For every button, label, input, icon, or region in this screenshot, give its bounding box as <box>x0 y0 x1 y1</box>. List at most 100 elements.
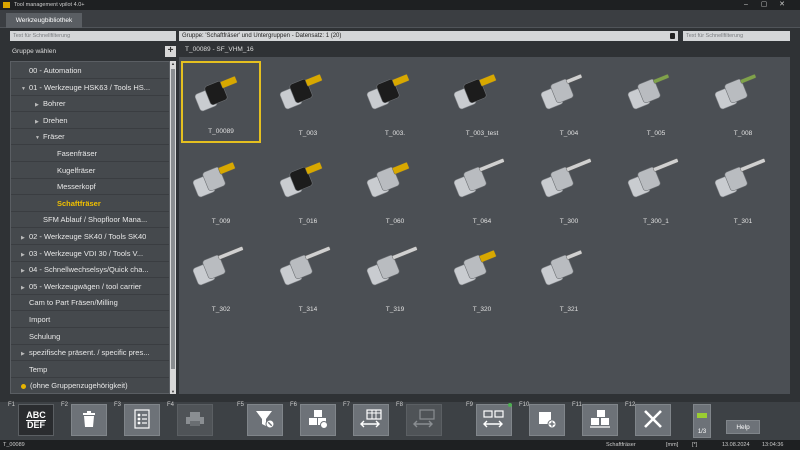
tool-card[interactable]: T_301 <box>703 149 783 231</box>
tool-card[interactable]: T_060 <box>355 149 435 231</box>
tool-card[interactable]: T_00089 <box>181 61 261 143</box>
tree-item[interactable]: ▶Drehen <box>11 112 170 129</box>
tool-grid: T_00089 T_003 T_003. T_003_test T_004 T_… <box>179 57 790 394</box>
tool-quickfilter-input[interactable]: Text für Schnellfilterung <box>683 31 790 41</box>
scroll-down-icon[interactable]: ▼ <box>170 389 176 394</box>
transfer-button <box>406 404 442 436</box>
tool-card[interactable]: T_300 <box>529 149 609 231</box>
fkey-f9: F9 <box>466 402 516 438</box>
fkey-f8: F8 <box>396 402 446 438</box>
fkey-f12: F12 <box>625 402 675 438</box>
transfer-icon <box>412 409 436 431</box>
tree-item[interactable]: Fasenfräser <box>11 145 170 162</box>
collapsed-arrow-icon[interactable]: ▶ <box>35 97 43 112</box>
tree-item-label: Bohrer <box>43 99 66 108</box>
add-box-button[interactable] <box>529 404 565 436</box>
ungrouped-dot-icon <box>21 384 26 389</box>
close-window-button[interactable]: ✕ <box>774 0 790 10</box>
trash-button[interactable] <box>71 404 107 436</box>
filter-button[interactable] <box>247 404 283 436</box>
minimize-button[interactable]: – <box>738 0 754 10</box>
tree-item[interactable]: Cam to Part Fräsen/Milling <box>11 294 170 311</box>
fkey-label: F6 <box>290 402 297 408</box>
tree-item[interactable]: Schaftfräser <box>11 195 170 212</box>
fkey-label: F8 <box>396 402 403 408</box>
add-boxes-button[interactable] <box>300 404 336 436</box>
boxes-transfer-icon <box>588 409 612 431</box>
tree-item[interactable]: ▶03 - Werkzeuge VDI 30 / Tools V... <box>11 245 170 262</box>
tool-name: T_003. <box>355 130 435 137</box>
maximize-button[interactable]: ▢ <box>756 0 772 10</box>
fkey-label: F10 <box>519 402 529 408</box>
collapsed-arrow-icon[interactable]: ▶ <box>21 247 29 262</box>
fkey-label: F2 <box>61 402 68 408</box>
collapsed-arrow-icon[interactable]: ▶ <box>21 280 29 295</box>
collapsed-arrow-icon[interactable]: ▶ <box>35 114 43 129</box>
tab-werkzeugbibliothek[interactable]: Werkzeugbibliothek <box>6 13 82 28</box>
fkey-f5: F5 <box>237 402 287 438</box>
collapsed-arrow-icon[interactable]: ▶ <box>21 263 29 278</box>
tree-item[interactable]: ▶Bohrer <box>11 95 170 112</box>
tree-item[interactable]: Kugelfräser <box>11 162 170 179</box>
tree-scrollbar[interactable]: ▲ ▼ <box>170 61 176 394</box>
close-button[interactable] <box>635 404 671 436</box>
fkey-label: F12 <box>625 402 635 408</box>
tool-card[interactable]: T_003. <box>355 61 435 143</box>
sort-label-top: ABC <box>26 411 46 420</box>
tree-item[interactable]: ▶04 - Schnellwechselsys/Quick cha... <box>11 261 170 278</box>
fkey-f11: F11 <box>572 402 622 438</box>
active-indicator-icon <box>508 403 512 407</box>
scroll-up-icon[interactable]: ▲ <box>170 61 176 66</box>
add-group-button[interactable]: + <box>165 46 176 57</box>
tool-card[interactable]: T_003_test <box>442 61 522 143</box>
tree-item[interactable]: ▶02 - Werkzeuge SK40 / Tools SK40 <box>11 228 170 245</box>
swap-button[interactable] <box>476 404 512 436</box>
fkey-f4: F4 <box>167 402 217 438</box>
tool-card[interactable]: T_004 <box>529 61 609 143</box>
help-button[interactable]: Help <box>726 420 760 434</box>
tree-item[interactable]: (ohne Gruppenzugehörigkeit) <box>11 377 170 394</box>
expanded-arrow-icon[interactable]: ▼ <box>21 81 29 96</box>
fkey-f10: F10 <box>519 402 569 438</box>
tree-item-label: Temp <box>29 365 47 374</box>
tool-card[interactable]: T_009 <box>181 149 261 231</box>
tool-card[interactable]: T_314 <box>268 237 348 319</box>
tree-item[interactable]: Temp <box>11 361 170 378</box>
tool-card[interactable]: T_320 <box>442 237 522 319</box>
fkey-f3: F3 <box>114 402 164 438</box>
tool-card[interactable]: T_016 <box>268 149 348 231</box>
abc-def-button[interactable]: ABCDEF <box>18 404 54 436</box>
tool-card[interactable]: T_003 <box>268 61 348 143</box>
lock-icon[interactable] <box>670 33 675 39</box>
tool-name: T_319 <box>355 306 435 313</box>
tool-card[interactable]: T_064 <box>442 149 522 231</box>
tree-item[interactable]: Import <box>11 311 170 328</box>
collapsed-arrow-icon[interactable]: ▶ <box>21 346 29 361</box>
tool-card[interactable]: T_302 <box>181 237 261 319</box>
tool-card[interactable]: T_005 <box>616 61 696 143</box>
tool-card[interactable]: T_321 <box>529 237 609 319</box>
boxes-transfer-button[interactable] <box>582 404 618 436</box>
tool-card[interactable]: T_300_1 <box>616 149 696 231</box>
tree-item[interactable]: ▶05 - Werkzeugwägen / tool carrier <box>11 278 170 295</box>
page-indicator[interactable]: 1/3 <box>693 404 711 438</box>
tool-card[interactable]: T_319 <box>355 237 435 319</box>
tree-item[interactable]: ▶spezifische präsent. / specific pres... <box>11 344 170 361</box>
group-tree: 00 - Automation▼01 - Werkzeuge HSK63 / T… <box>10 61 170 394</box>
collapsed-arrow-icon[interactable]: ▶ <box>21 230 29 245</box>
tree-item[interactable]: 00 - Automation <box>11 62 170 79</box>
tree-item[interactable]: SFM Ablauf / Shopfloor Mana... <box>11 211 170 228</box>
group-info-bar: Gruppe: 'Schaftfräser' und Untergruppen … <box>179 31 678 41</box>
scrollbar-thumb[interactable] <box>171 69 175 369</box>
tree-item[interactable]: Schulung <box>11 328 170 345</box>
tree-item[interactable]: ▼01 - Werkzeuge HSK63 / Tools HS... <box>11 79 170 96</box>
tool-card[interactable]: T_008 <box>703 61 783 143</box>
checklist-button[interactable] <box>124 404 160 436</box>
tree-item[interactable]: ▼Fräser <box>11 128 170 145</box>
table-transfer-button[interactable] <box>353 404 389 436</box>
tree-item[interactable]: Messerkopf <box>11 178 170 195</box>
expanded-arrow-icon[interactable]: ▼ <box>35 130 43 145</box>
group-quickfilter-input[interactable]: Text für Schnellfilterung <box>10 31 176 41</box>
checklist-icon <box>133 409 151 431</box>
tool-name: T_300 <box>529 218 609 225</box>
